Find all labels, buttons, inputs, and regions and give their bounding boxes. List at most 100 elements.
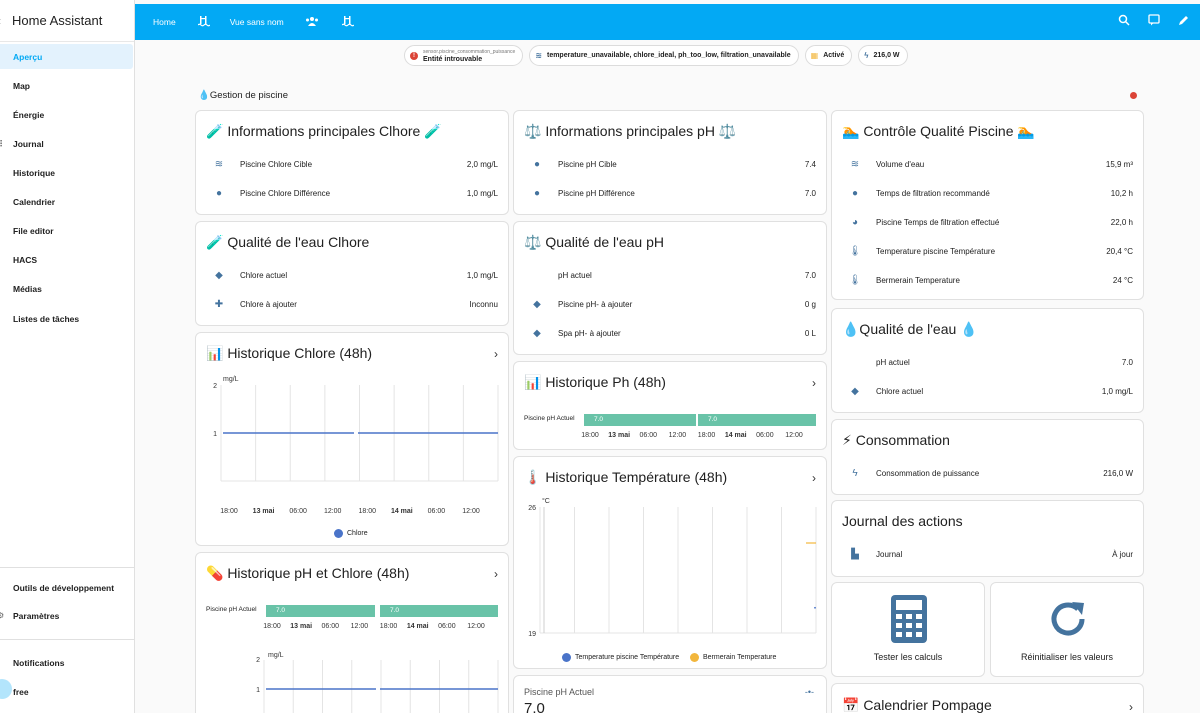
x-tick-label: 14 mai <box>407 623 429 630</box>
button-label: Tester les calculs <box>873 652 943 662</box>
format-list-icon: ⋮ <box>0 139 5 148</box>
calendar-icon: ▦ <box>810 51 819 60</box>
x-tick-label: 13 mai <box>608 432 630 439</box>
card-historique-chlore[interactable]: 📊 Historique Chlore (48h) › 2 mg/L 1 18:00 1… <box>195 332 509 546</box>
card-controle-qualite: 🏊 Contrôle Qualité Piscine 🏊 ≋ Volume d'… <box>831 110 1144 300</box>
sidebar-item-journal[interactable]: ⋮ Journal <box>0 131 133 156</box>
card-title: 🌡️ Historique Température (48h) <box>524 469 728 485</box>
sidebar-item-calendrier[interactable]: ▪Calendrier <box>0 189 133 214</box>
timeline-segment[interactable]: 7.0 <box>266 605 375 617</box>
row-journal[interactable]: ▙ Journal À jour <box>832 540 1143 569</box>
flash-icon: ϟ <box>864 51 869 60</box>
search-icon[interactable] <box>1118 14 1130 29</box>
row-spa-ph-a-ajouter[interactable]: ◆ Spa pH- à ajouter 0 L <box>514 319 826 348</box>
tester-calculs-button[interactable]: Tester les calculs <box>831 582 985 677</box>
card-ph-actuel-sensor[interactable]: Piscine pH Actuel 7.0 -•- <box>513 675 827 713</box>
row-chlore-actuel[interactable]: ◆ Chlore actuel 1,0 mg/L <box>832 377 1143 406</box>
timeline-label: Piscine pH Actuel <box>206 606 257 613</box>
card-title: 📊 Historique Ph (48h) <box>524 374 666 390</box>
row-chlore-actuel[interactable]: ◆ Chlore actuel 1,0 mg/L <box>196 261 508 290</box>
row-bermerain-temperature[interactable]: 🌡︎ Bermerain Temperature 24 °C <box>832 266 1143 295</box>
app-title: Home Assistant <box>12 13 103 28</box>
sidebar: ‹ Home Assistant ▪Aperçu ▪Map Énergie ⋮J… <box>0 0 135 713</box>
chart-legend[interactable]: Chlore <box>334 529 368 538</box>
row-temps-effectue[interactable]: ◕ Piscine Temps de filtration effectué 2… <box>832 208 1143 237</box>
card-title: ⚖️ Informations principales pH ⚖️ <box>524 123 737 139</box>
card-historique-ph[interactable]: 📊 Historique Ph (48h) › Piscine pH Actue… <box>513 361 827 450</box>
row-ph-actuel[interactable]: pH actuel 7.0 <box>832 348 1143 377</box>
row-temps-recommande[interactable]: ● Temps de filtration recommandé 10,2 h <box>832 179 1143 208</box>
reinitialiser-valeurs-button[interactable]: Réinitialiser les valeurs <box>990 582 1144 677</box>
water-drop-icon: ● <box>533 188 541 199</box>
card-info-chlore: 🧪 Informations principales Clhore 🧪 ≋ Pi… <box>195 110 509 215</box>
card-calendrier-pompage[interactable]: 📅 Calendrier Pompage › <box>831 683 1144 713</box>
row-ph-cible[interactable]: ● Piscine pH Cible 7.4 <box>514 150 826 179</box>
row-chlore-a-ajouter[interactable]: ✚ Chlore à ajouter Inconnu <box>196 290 508 319</box>
row-temperature-piscine[interactable]: 🌡︎ Temperature piscine Température 20,4 … <box>832 237 1143 266</box>
row-piscine-ph-a-ajouter[interactable]: ◆ Piscine pH- à ajouter 0 g <box>514 290 826 319</box>
pool-icon[interactable] <box>340 15 356 30</box>
sidebar-item-apercu[interactable]: ▪Aperçu <box>0 44 133 69</box>
chip-text: sensor.piscine_consommation_puissance En… <box>423 49 515 63</box>
x-tick-label: 12:00 <box>462 508 480 515</box>
chip-entite-introuvable[interactable]: ! sensor.piscine_consommation_puissance … <box>404 45 524 66</box>
y-tick-label: 2 <box>213 383 217 390</box>
sidebar-item-file-editor[interactable]: ▪File editor <box>0 218 133 243</box>
sidebar-item-energie[interactable]: Énergie <box>0 102 133 127</box>
timeline-segment[interactable]: 7.0 <box>698 414 816 426</box>
row-chlore-cible[interactable]: ≋ Piscine Chlore Cible 2,0 mg/L <box>196 150 508 179</box>
sidebar-item-listes-de-taches[interactable]: ▪Listes de tâches <box>0 306 133 331</box>
clock-check-icon: ◕ <box>851 217 859 228</box>
row-ph-actuel[interactable]: pH actuel 7.0 <box>514 261 826 290</box>
timeline-segment[interactable]: 7.0 <box>380 605 498 617</box>
legend-label: Bermerain Temperature <box>703 654 777 661</box>
row-chlore-difference[interactable]: ● Piscine Chlore Différence 1,0 mg/L <box>196 179 508 208</box>
card-consommation: ⚡ Consommation ϟ Consommation de puissan… <box>831 419 1144 495</box>
clock-icon: ● <box>215 188 223 199</box>
card-qualite-eau: 💧Qualité de l'eau 💧 pH actuel 7.0 ◆ Chlo… <box>831 308 1144 413</box>
sidebar-item-parametres[interactable]: ⚙ Paramètres <box>0 603 133 628</box>
sidebar-item-historique[interactable]: ▪Historique <box>0 160 133 185</box>
card-title: Journal des actions <box>842 513 963 529</box>
row-consommation-puissance[interactable]: ϟ Consommation de puissance 216,0 W <box>832 459 1143 488</box>
cog-icon: ⚙ <box>0 611 5 620</box>
chevron-right-icon[interactable]: › <box>494 347 498 361</box>
x-tick-label: 14 mai <box>725 432 747 439</box>
chip-active[interactable]: ▦ Activé <box>804 45 853 66</box>
y-tick-label: 26 <box>528 505 536 512</box>
timeline-segment[interactable]: 7.0 <box>584 414 696 426</box>
sidebar-item-user[interactable]: free <box>0 679 133 704</box>
sidebar-item-map[interactable]: ▪Map <box>0 73 133 98</box>
sidebar-item-outils[interactable]: ▪Outils de développement <box>0 575 133 600</box>
sidebar-item-medias[interactable]: ▪Médias <box>0 276 133 301</box>
pool-icon[interactable] <box>196 15 212 30</box>
row-volume-eau[interactable]: ≋ Volume d'eau 15,9 m³ <box>832 150 1143 179</box>
pencil-icon[interactable] <box>1178 14 1190 29</box>
tab-vue-sans-nom[interactable]: Vue sans nom <box>230 17 284 27</box>
chevron-right-icon[interactable]: › <box>494 567 498 581</box>
sidebar-item-notifications[interactable]: ▪Notifications <box>0 650 133 675</box>
tab-home[interactable]: Home <box>153 17 176 27</box>
sidebar-item-hacs[interactable]: HACS <box>0 247 133 272</box>
card-historique-temperature[interactable]: 🌡️ Historique Température (48h) › 26 °C 19… <box>513 456 827 669</box>
assist-icon[interactable] <box>1148 14 1160 29</box>
chip-power[interactable]: ϟ 216,0 W <box>858 45 908 66</box>
chevron-right-icon[interactable]: › <box>812 471 816 485</box>
chart-legend-item[interactable]: Bermerain Temperature <box>690 653 776 662</box>
menu-icon[interactable]: ‹ <box>0 14 1 28</box>
row-ph-difference[interactable]: ● Piscine pH Différence 7.0 <box>514 179 826 208</box>
card-title: 📊 Historique Chlore (48h) <box>206 345 373 361</box>
x-tick-label: 06:00 <box>289 508 307 515</box>
card-qualite-chlore: 🧪 Qualité de l'eau Clhore ◆ Chlore actue… <box>195 221 509 326</box>
legend-dot <box>690 653 699 662</box>
chevron-right-icon[interactable]: › <box>812 376 816 390</box>
account-group-icon[interactable] <box>304 15 320 30</box>
ph-sensor-icon: -•- <box>804 687 814 697</box>
water-icon: ◆ <box>215 270 223 281</box>
card-historique-ph-chlore[interactable]: 💊 Historique pH et Chlore (48h) › Piscin… <box>195 552 509 713</box>
chart-legend-item[interactable]: Temperature piscine Température <box>562 653 679 662</box>
chip-status[interactable]: ≋ temperature_unavailable, chlore_ideal,… <box>529 45 799 66</box>
chevron-right-icon[interactable]: › <box>1129 700 1133 713</box>
y-tick-label: 1 <box>213 431 217 438</box>
legend-label: Temperature piscine Température <box>575 654 680 661</box>
